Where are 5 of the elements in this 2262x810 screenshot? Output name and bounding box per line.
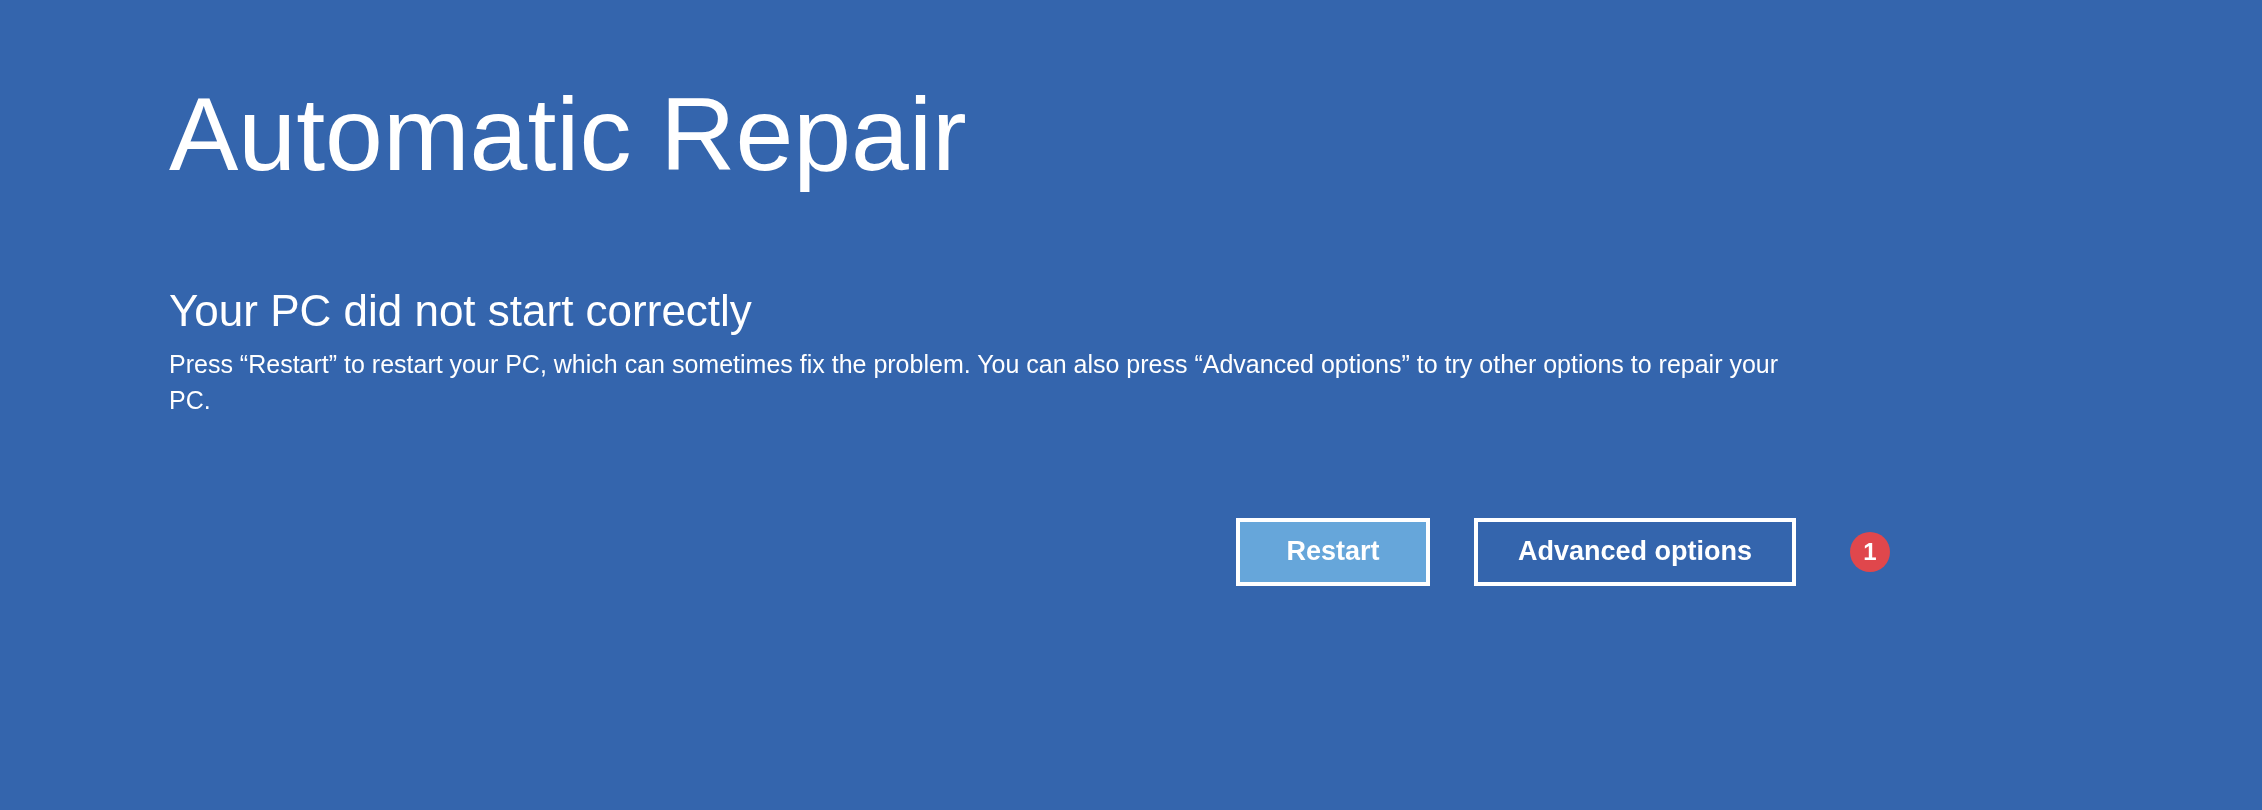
number-badge: 1 xyxy=(1850,531,1891,572)
error-message: Press “Restart” to restart your PC, which can sometimes fix the problem. You can also press “Advanced options” to try other options to repair your PC. xyxy=(169,348,1780,416)
page-title: Automatic Repair xyxy=(169,75,967,194)
advanced-options-button[interactable]: Advanced options xyxy=(1474,517,1797,586)
error-heading: Your PC did not start correctly xyxy=(169,284,752,337)
